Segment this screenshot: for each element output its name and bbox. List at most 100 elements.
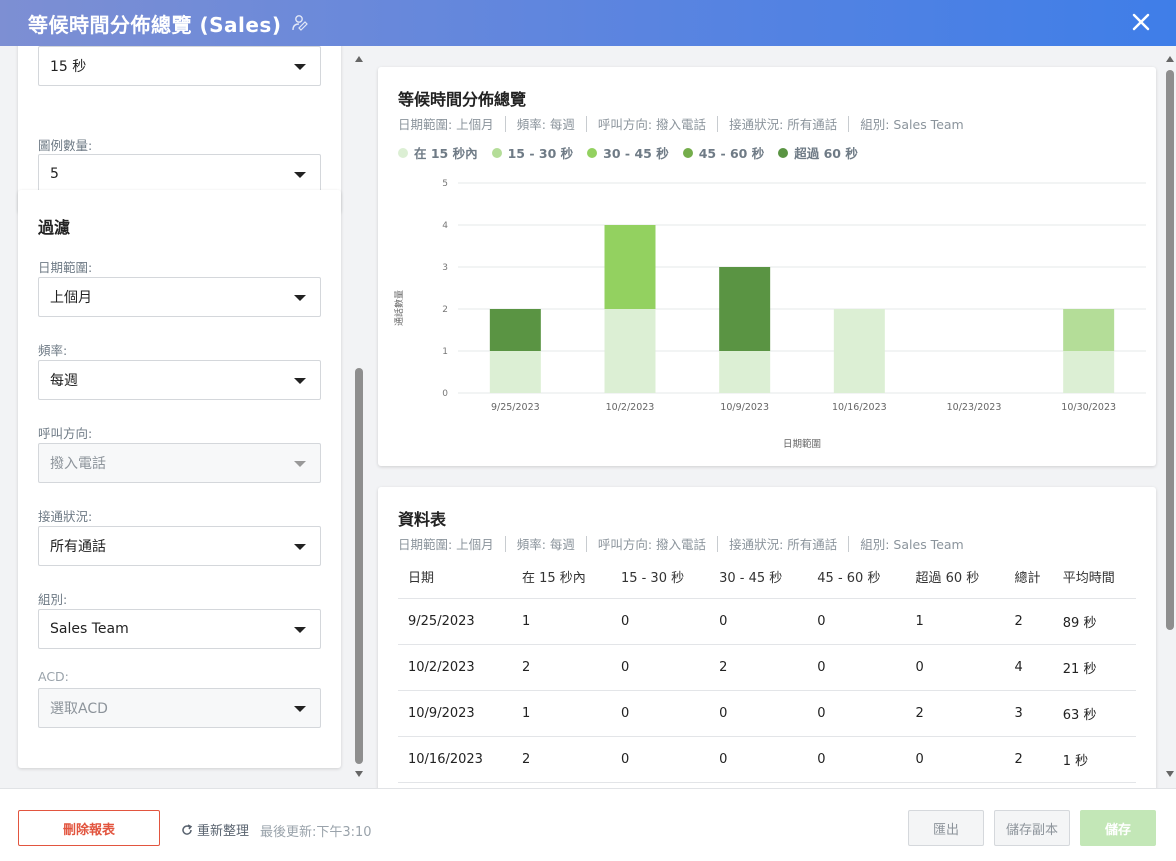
column-header: 15 - 30 秒: [610, 555, 710, 599]
data-table: 日期 在 15 秒內 15 - 30 秒 30 - 45 秒 45 - 60 秒…: [398, 555, 1136, 783]
scroll-up-icon[interactable]: [1166, 56, 1174, 62]
window-title: 等候時間分佈總覽 (Sales): [28, 12, 282, 37]
table-header-row: 日期 在 15 秒內 15 - 30 秒 30 - 45 秒 45 - 60 秒…: [398, 555, 1136, 599]
column-header: 30 - 45 秒: [709, 555, 808, 599]
refresh-icon: [182, 823, 193, 835]
y-tick-label: 3: [442, 263, 448, 273]
x-tick-label: 10/2/2023: [606, 402, 655, 413]
scroll-down-icon[interactable]: [1166, 771, 1174, 777]
main-scrollbar[interactable]: [1163, 46, 1176, 788]
chevron-down-icon: [294, 64, 306, 70]
table-cell: 21 秒: [1052, 644, 1136, 691]
close-icon[interactable]: [1128, 9, 1154, 35]
acd-label: ACD:: [38, 669, 69, 684]
interval-select[interactable]: 15 秒: [38, 46, 321, 86]
y-tick-label: 5: [442, 179, 448, 189]
table-cell: 4: [1004, 644, 1053, 691]
column-header: 總計: [1004, 555, 1053, 599]
summary-tag: 頻率: 每週: [516, 117, 575, 132]
bar-segment: [604, 225, 656, 309]
legend-count-value: 5: [50, 166, 59, 182]
summary-tag: 呼叫方向: 撥入電話: [597, 117, 707, 132]
column-header: 超過 60 秒: [905, 555, 1005, 599]
group-value: Sales Team: [50, 621, 129, 637]
date-range-select[interactable]: 上個月: [38, 277, 321, 317]
export-button[interactable]: 匯出: [908, 810, 984, 846]
chevron-down-icon: [294, 378, 306, 384]
summary-tag: 頻率: 每週: [516, 537, 575, 552]
table-row: 10/9/2023 1 0 0 0 2 3 63 秒: [398, 690, 1136, 737]
table-cell: 0: [905, 736, 1005, 783]
table-row: 10/2/2023 2 0 2 0 0 4 21 秒: [398, 644, 1136, 691]
legend-count-select[interactable]: 5: [38, 154, 321, 194]
settings-panel: 15 秒 圖例數量: 5 過濾 日期範圍: 上個月 頻率: 每週 呼叫方向: 撥…: [0, 46, 348, 788]
date-range-value: 上個月: [50, 290, 92, 306]
table-cell: 0: [610, 598, 710, 645]
interval-value: 15 秒: [50, 59, 87, 75]
chart-filter-summary: 日期範圍: 上個月 頻率: 每週 呼叫方向: 撥入電話 接通狀況: 所有通話 組…: [398, 114, 964, 133]
x-tick-label: 10/23/2023: [947, 402, 1002, 413]
filter-card: 過濾 日期範圍: 上個月 頻率: 每週 呼叫方向: 撥入電話 接通狀況: 所有通…: [18, 190, 341, 768]
bar-segment: [1063, 351, 1115, 393]
date-range-label: 日期範圍:: [38, 260, 93, 275]
summary-tag: 組別: Sales Team: [860, 117, 964, 132]
y-tick-label: 2: [442, 305, 448, 315]
save-copy-button[interactable]: 儲存副本: [994, 810, 1070, 846]
bar-segment: [489, 351, 541, 393]
table-cell: 0: [610, 690, 710, 737]
table-cell: 0: [709, 598, 808, 645]
summary-tag: 組別: Sales Team: [860, 537, 964, 552]
table-cell: 2: [511, 644, 611, 691]
title-bar: 等候時間分佈總覽 (Sales): [0, 0, 1176, 46]
table-cell: 2: [1004, 598, 1053, 645]
acd-placeholder: 選取ACD: [50, 701, 108, 717]
y-tick-label: 1: [442, 347, 448, 357]
save-button[interactable]: 儲存: [1080, 810, 1156, 846]
frequency-select[interactable]: 每週: [38, 360, 321, 400]
table-cell: 0: [709, 690, 808, 737]
bar-segment: [833, 309, 885, 393]
x-tick-label: 10/30/2023: [1061, 402, 1116, 413]
table-cell: 10/2/2023: [398, 644, 512, 691]
table-cell: 0: [807, 736, 906, 783]
y-tick-label: 0: [442, 389, 448, 399]
y-axis-label: 通話數量: [393, 290, 405, 326]
table-cell: 3: [1004, 690, 1053, 737]
summary-tag: 接通狀況: 所有通話: [729, 117, 838, 132]
chevron-down-icon: [294, 706, 306, 712]
table-filter-summary: 日期範圍: 上個月 頻率: 每週 呼叫方向: 撥入電話 接通狀況: 所有通話 組…: [398, 534, 964, 553]
scroll-down-icon[interactable]: [355, 771, 363, 777]
delete-report-button[interactable]: 刪除報表: [18, 810, 160, 846]
status-select[interactable]: 所有通話: [38, 526, 321, 566]
group-select[interactable]: Sales Team: [38, 609, 321, 649]
refresh-label: 重新整理: [197, 824, 250, 839]
table-row: 9/25/2023 1 0 0 0 1 2 89 秒: [398, 598, 1136, 645]
bar-segment: [489, 309, 541, 351]
table-cell: 0: [807, 644, 906, 691]
chevron-down-icon: [294, 172, 306, 178]
scroll-up-icon[interactable]: [355, 56, 363, 62]
chart-card: 等候時間分佈總覽 日期範圍: 上個月 頻率: 每週 呼叫方向: 撥入電話 接通狀…: [378, 67, 1156, 466]
column-header: 在 15 秒內: [511, 555, 611, 599]
table-cell: 2: [511, 736, 611, 783]
table-cell: 1 秒: [1052, 736, 1136, 783]
left-scrollbar[interactable]: [352, 46, 366, 788]
bar-segment: [719, 267, 771, 351]
column-header: 45 - 60 秒: [807, 555, 906, 599]
table-card: 資料表 日期範圍: 上個月 頻率: 每週 呼叫方向: 撥入電話 接通狀況: 所有…: [378, 487, 1156, 797]
y-tick-label: 4: [442, 221, 448, 231]
scrollbar-thumb[interactable]: [355, 368, 363, 764]
refresh-button[interactable]: 重新整理: [181, 820, 249, 839]
frequency-label: 頻率:: [38, 343, 68, 358]
table-cell: 1: [905, 598, 1005, 645]
scrollbar-thumb[interactable]: [1166, 70, 1174, 630]
chevron-down-icon: [294, 295, 306, 301]
table-cell: 0: [610, 736, 710, 783]
column-header: 平均時間: [1052, 555, 1136, 599]
table-title: 資料表: [398, 510, 447, 529]
bar-segment: [1063, 309, 1115, 351]
edit-person-icon[interactable]: [291, 14, 309, 32]
table-cell: 10/16/2023: [398, 736, 512, 783]
x-tick-label: 10/9/2023: [720, 402, 769, 413]
acd-select[interactable]: 選取ACD: [38, 688, 321, 728]
